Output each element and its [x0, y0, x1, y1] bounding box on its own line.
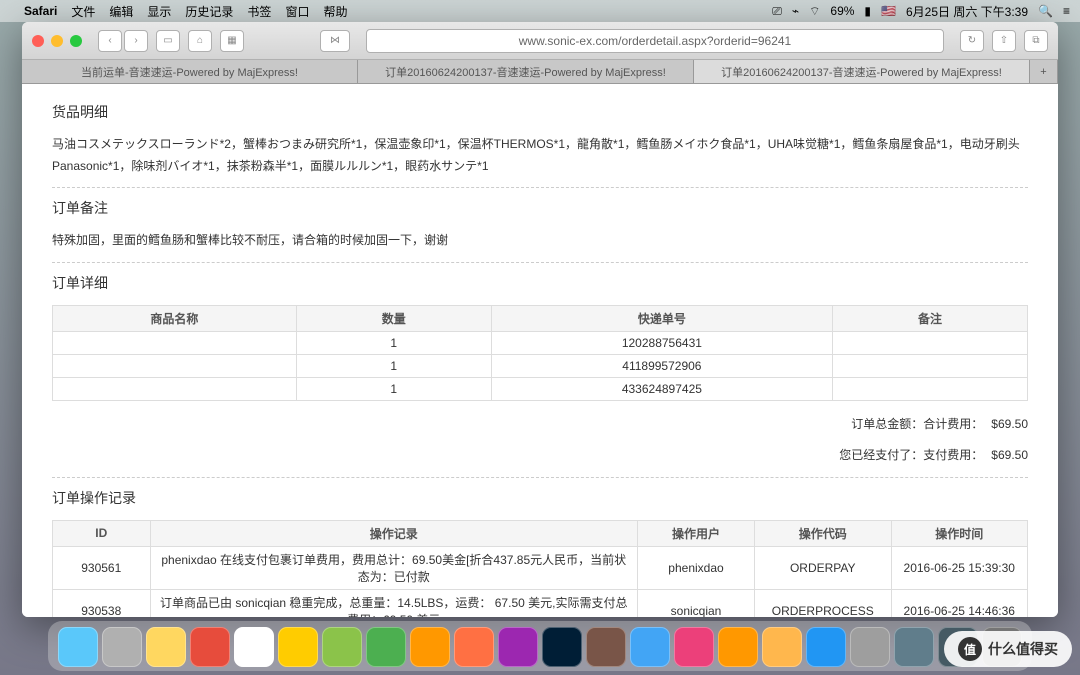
new-tab-button[interactable]: +: [1030, 60, 1058, 83]
traffic-lights: [32, 35, 82, 47]
detail-table: 商品名称 数量 快递单号 备注 1120288756431 1411899572…: [52, 305, 1028, 401]
top-sites-button[interactable]: ▦: [220, 30, 244, 52]
macos-dock: [48, 621, 1032, 671]
dock-app-19[interactable]: [894, 627, 934, 667]
page-content: 货品明细 马油コスメテックスローランド*2，蟹棒おつまみ研究所*1，保温壶象印*…: [22, 84, 1058, 617]
order-paid: 您已经支付了：支付费用：$69.50: [52, 446, 1028, 463]
menu-history[interactable]: 历史记录: [185, 3, 233, 20]
menu-edit[interactable]: 编辑: [109, 3, 133, 20]
log-heading: 订单操作记录: [52, 488, 1028, 512]
dock-app-16[interactable]: [762, 627, 802, 667]
dock-app-17[interactable]: [806, 627, 846, 667]
dock-app-12[interactable]: [586, 627, 626, 667]
dock-app-4[interactable]: [234, 627, 274, 667]
reload-button[interactable]: ↻: [960, 30, 984, 52]
clock[interactable]: 6月25日 周六 下午3:39: [906, 3, 1028, 20]
macos-menubar: Safari 文件 编辑 显示 历史记录 书签 窗口 帮助 ⎚ ⌁ ⌔ 69% …: [0, 0, 1080, 22]
bluetooth-icon[interactable]: ⌁: [792, 4, 799, 18]
watermark: 值 什么值得买: [944, 631, 1072, 667]
close-button[interactable]: [32, 35, 44, 47]
battery-status[interactable]: 69%: [830, 4, 854, 18]
dock-app-3[interactable]: [190, 627, 230, 667]
battery-icon: ▮: [864, 4, 871, 18]
separator: [52, 187, 1028, 188]
table-header-row: 商品名称 数量 快递单号 备注: [53, 305, 1028, 331]
tab-2[interactable]: 订单20160624200137-音速速运-Powered by MajExpr…: [694, 60, 1030, 83]
order-total: 订单总金额：合计费用：$69.50: [52, 415, 1028, 432]
safari-window: ‹ › ▭ ⌂ ▦ ⋈ www.sonic-ex.com/orderdetail…: [22, 22, 1058, 617]
dock-app-11[interactable]: [542, 627, 582, 667]
tab-1[interactable]: 订单20160624200137-音速速运-Powered by MajExpr…: [358, 60, 694, 83]
tab-bar: 当前运单-音速速运-Powered by MajExpress! 订单20160…: [22, 60, 1058, 84]
separator: [52, 477, 1028, 478]
share-button[interactable]: ⇧: [992, 30, 1016, 52]
menu-view[interactable]: 显示: [147, 3, 171, 20]
spotlight-icon[interactable]: 🔍: [1038, 4, 1053, 18]
dock-app-13[interactable]: [630, 627, 670, 667]
table-row: 930561phenixdao 在线支付包裹订单费用，费用总计：69.50美金[…: [53, 546, 1028, 589]
table-header-row: ID 操作记录 操作用户 操作代码 操作时间: [53, 520, 1028, 546]
menu-file[interactable]: 文件: [71, 3, 95, 20]
tabs-button[interactable]: ⧉: [1024, 30, 1048, 52]
dock-app-7[interactable]: [366, 627, 406, 667]
airplay-icon[interactable]: ⎚: [772, 4, 782, 19]
watermark-text: 什么值得买: [988, 639, 1058, 659]
dock-app-1[interactable]: [102, 627, 142, 667]
dock-app-0[interactable]: [58, 627, 98, 667]
url-text: www.sonic-ex.com/orderdetail.aspx?orderi…: [519, 34, 791, 48]
menu-bookmarks[interactable]: 书签: [247, 3, 271, 20]
home-button[interactable]: ⌂: [188, 30, 212, 52]
dock-app-6[interactable]: [322, 627, 362, 667]
1password-icon[interactable]: ⋈: [320, 30, 350, 52]
watermark-badge: 值: [958, 637, 982, 661]
sidebar-button[interactable]: ▭: [156, 30, 180, 52]
detail-heading: 订单详细: [52, 273, 1028, 297]
items-heading: 货品明细: [52, 102, 1028, 126]
dock-app-15[interactable]: [718, 627, 758, 667]
dock-app-8[interactable]: [410, 627, 450, 667]
menu-window[interactable]: 窗口: [285, 3, 309, 20]
table-row: 930538订单商品已由 sonicqian 稳重完成，总重量：14.5LBS，…: [53, 589, 1028, 617]
dock-app-2[interactable]: [146, 627, 186, 667]
wifi-icon[interactable]: ⌔: [809, 4, 820, 19]
log-table: ID 操作记录 操作用户 操作代码 操作时间 930561phenixdao 在…: [52, 520, 1028, 617]
items-text: 马油コスメテックスローランド*2，蟹棒おつまみ研究所*1，保温壶象印*1，保温杯…: [52, 134, 1028, 177]
address-bar[interactable]: www.sonic-ex.com/orderdetail.aspx?orderi…: [366, 29, 944, 53]
back-button[interactable]: ‹: [98, 30, 122, 52]
input-flag[interactable]: 🇺🇸: [881, 4, 896, 18]
dock-app-10[interactable]: [498, 627, 538, 667]
menu-icon[interactable]: ≡: [1063, 4, 1070, 18]
dock-app-5[interactable]: [278, 627, 318, 667]
app-name[interactable]: Safari: [24, 4, 57, 18]
tab-0[interactable]: 当前运单-音速速运-Powered by MajExpress!: [22, 60, 358, 83]
remark-heading: 订单备注: [52, 198, 1028, 222]
dock-app-14[interactable]: [674, 627, 714, 667]
minimize-button[interactable]: [51, 35, 63, 47]
table-row: 1120288756431: [53, 331, 1028, 354]
table-row: 1433624897425: [53, 377, 1028, 400]
separator: [52, 262, 1028, 263]
remark-text: 特殊加固，里面的鳕鱼肠和蟹棒比较不耐压，请合箱的时候加固一下，谢谢: [52, 230, 1028, 252]
dock-app-18[interactable]: [850, 627, 890, 667]
zoom-button[interactable]: [70, 35, 82, 47]
dock-app-9[interactable]: [454, 627, 494, 667]
forward-button[interactable]: ›: [124, 30, 148, 52]
menu-help[interactable]: 帮助: [323, 3, 347, 20]
table-row: 1411899572906: [53, 354, 1028, 377]
titlebar: ‹ › ▭ ⌂ ▦ ⋈ www.sonic-ex.com/orderdetail…: [22, 22, 1058, 60]
